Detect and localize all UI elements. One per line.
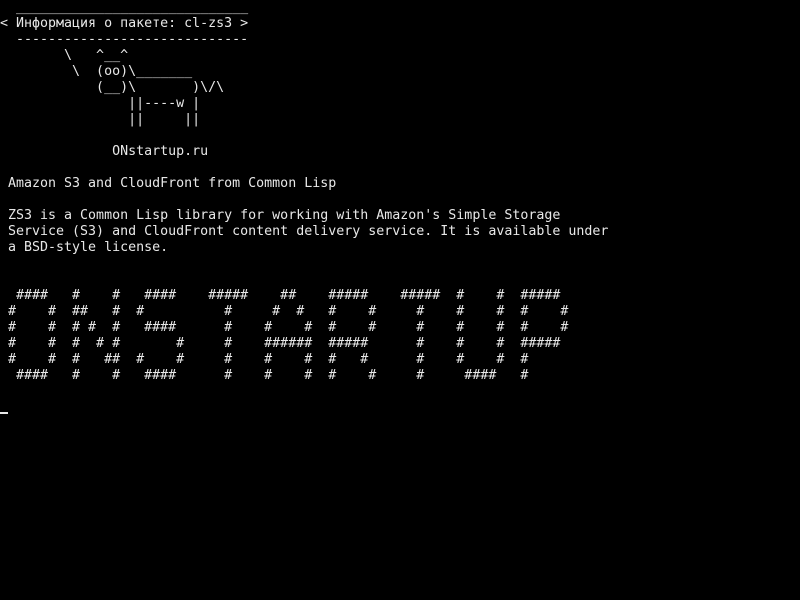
banner-title: < Информация о пакете: cl-zs3 > [0,16,249,31]
description-line: Service (S3) and CloudFront content deli… [8,224,609,239]
terminal-screen[interactable]: _____________________________ < Информац… [0,0,800,600]
banner-bottom-rule: ----------------------------- [8,32,249,47]
cow-line: \ ^__^ [8,48,129,63]
cow-line: ||----w | [8,96,201,111]
figlet-line: # # # ## # # # # # # # # # # # [8,352,529,367]
package-heading: Amazon S3 and CloudFront from Common Lis… [8,176,337,191]
figlet-line: # # ## # # # # # # # # # # # # [8,304,569,319]
figlet-line: # # # # # #### # # # # # # # # # # [8,320,569,335]
site-name: ONstartup.ru [8,144,209,159]
figlet-line: #### # # #### ##### ## ##### ##### # # #… [8,288,561,303]
figlet-line: # # # # # # # ###### ##### # # # ##### [8,336,561,351]
description-line: a BSD-style license. [8,240,169,255]
text-cursor [0,412,8,414]
description-line: ZS3 is a Common Lisp library for working… [8,208,561,223]
figlet-line: #### # # #### # # # # # # #### # [8,368,529,383]
cow-line: || || [8,112,201,127]
cow-line: \ (oo)\_______ [8,64,193,79]
banner-top-rule: _____________________________ [8,0,249,15]
cow-line: (__)\ )\/\ [8,80,225,95]
